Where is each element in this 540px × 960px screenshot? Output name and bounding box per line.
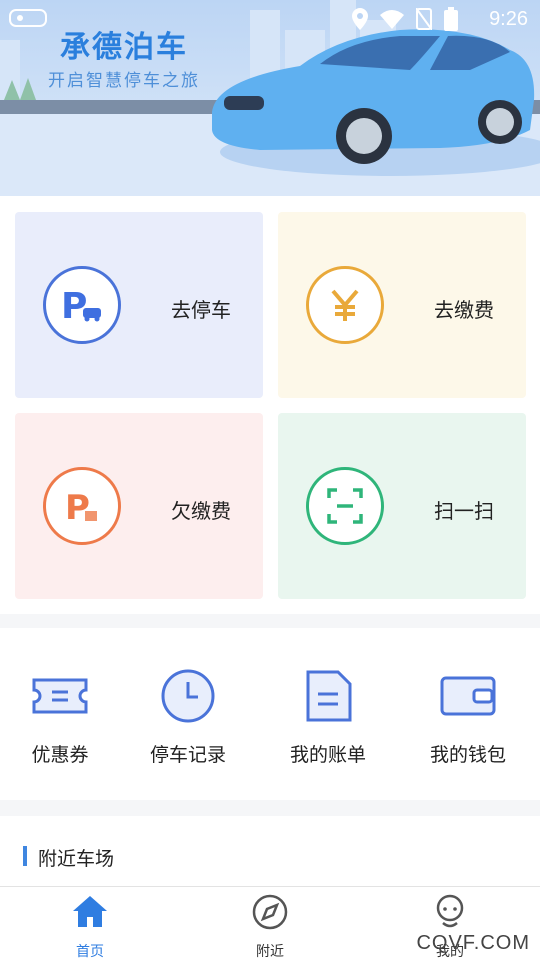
scan-label: 扫一扫 [434,499,494,523]
no-sim-icon [416,8,432,30]
app-subtitle: 开启智慧停车之旅 [48,71,200,91]
user-icon [436,894,464,928]
nearby-section: 附近车场 [0,816,540,886]
go-park-card[interactable]: P 去停车 [15,212,263,398]
carrier-icon [9,9,47,27]
my-wallet-label: 我的钱包 [429,744,506,766]
scan-icon [306,467,384,545]
tab-nearby[interactable]: 附近 [220,893,320,960]
tab-home[interactable]: 首页 [40,893,140,960]
status-time: 9:26 [489,8,528,30]
nearby-heading: 附近车场 [38,848,115,870]
parking-record-label: 停车记录 [149,744,226,766]
coupon-button[interactable]: 优惠券 [0,666,120,767]
svg-text:P: P [61,286,87,327]
my-bill-button[interactable]: 我的账单 [268,666,388,767]
wifi-icon [380,10,404,29]
parking-record-button[interactable]: 停车记录 [128,666,248,767]
parking-owed-icon: P [43,467,121,545]
home-icon [73,896,107,927]
owed-fee-label: 欠缴费 [171,499,231,523]
my-bill-label: 我的账单 [289,744,366,766]
compass-icon [252,894,288,930]
go-pay-label: 去缴费 [434,298,494,322]
my-wallet-button[interactable]: 我的钱包 [408,666,528,767]
coupon-label: 优惠券 [31,744,89,766]
app-title: 承德泊车 [60,30,188,65]
header-banner: 9:26 承德泊车 开启智慧停车之旅 [0,0,540,196]
coupon-icon [32,678,88,714]
tab-home-label: 首页 [76,944,104,960]
owed-fee-card[interactable]: P 欠缴费 [15,413,263,599]
battery-icon [444,7,458,31]
bill-icon [306,670,352,722]
tab-nearby-label: 附近 [256,944,284,960]
yen-icon [306,266,384,344]
watermark-text: CQVF.COM [416,932,530,954]
go-pay-card[interactable]: 去缴费 [278,212,526,398]
quick-menu: 优惠券 停车记录 我的账单 我的钱包 [0,628,540,800]
parking-car-icon: P [43,266,121,344]
location-icon [352,8,368,30]
svg-text:P: P [65,488,90,528]
clock-icon [161,669,215,723]
wallet-icon [440,676,496,716]
service-grid: P 去停车 去缴费 P 欠缴费 扫一扫 [0,196,540,614]
go-park-label: 去停车 [171,298,231,322]
section-accent-bar [23,846,27,866]
scan-card[interactable]: 扫一扫 [278,413,526,599]
